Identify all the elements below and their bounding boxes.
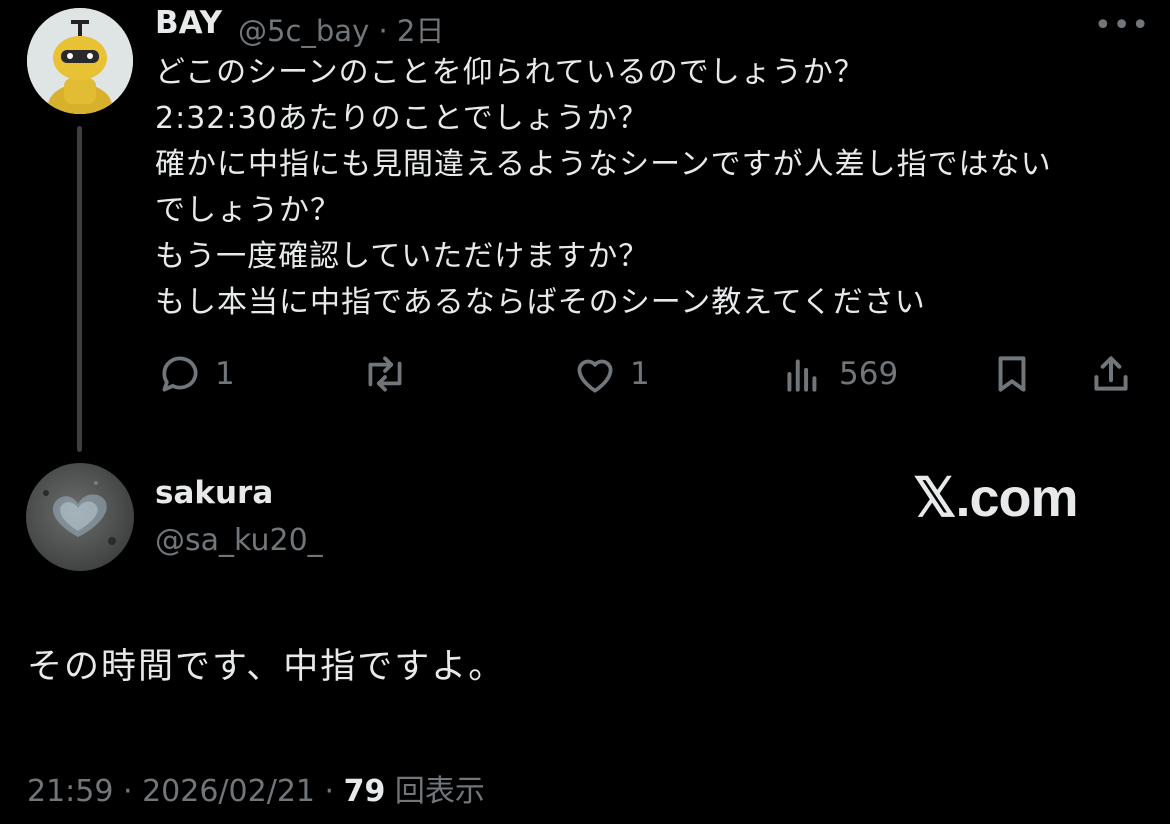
- repost-button[interactable]: [360, 349, 410, 399]
- tweet-meta: @5c_bay · 2日: [238, 8, 444, 50]
- separator-dot: ·: [113, 774, 143, 809]
- reply-button[interactable]: 1: [155, 349, 235, 399]
- like-count: 1: [630, 356, 650, 392]
- handle[interactable]: @5c_bay: [238, 14, 369, 48]
- avatar-bay[interactable]: [27, 8, 133, 114]
- tweet-text-line: 確かに中指にも見間違えるようなシーンですが人差し指ではない: [155, 147, 1052, 182]
- post-time[interactable]: 21:59: [27, 774, 113, 809]
- bookmark-icon: [998, 356, 1026, 392]
- tweet-text-line: 2:32:30あたりのことでしょうか？: [155, 101, 649, 136]
- separator-dot: ·: [369, 14, 397, 48]
- analytics-icon: [787, 359, 817, 392]
- reply-icon: [162, 356, 198, 392]
- handle[interactable]: @sa_ku20_: [155, 523, 323, 558]
- repost-icon: [368, 356, 402, 392]
- views-button[interactable]: 569: [779, 349, 898, 399]
- x-com-watermark: 𝕏.com: [913, 468, 1079, 528]
- reply-count: 1: [215, 356, 235, 392]
- more-options-icon[interactable]: •••: [1094, 8, 1150, 43]
- display-name[interactable]: sakura: [155, 475, 273, 511]
- view-count: 79: [343, 774, 386, 809]
- tweet-text: その時間です、中指ですよ。: [27, 647, 506, 687]
- post-time[interactable]: 2日: [397, 14, 444, 48]
- display-name[interactable]: BAY: [155, 5, 222, 41]
- tweet-text-line: どこのシーンのことを仰られているのでしょうか？: [155, 55, 865, 90]
- separator-dot: ·: [315, 774, 344, 809]
- tweet-text-line: もし本当に中指であるならばそのシーン教えてください: [155, 285, 926, 320]
- post-date[interactable]: 2026/02/21: [142, 774, 315, 809]
- like-button[interactable]: 1: [570, 349, 650, 399]
- share-icon: [1094, 356, 1128, 391]
- tweet-text-line: でしょうか？: [155, 193, 341, 228]
- robot-avatar-icon: [27, 8, 133, 114]
- heart-stone-avatar-icon: [43, 481, 116, 545]
- thread-connector-line: [77, 126, 82, 452]
- avatar-sakura[interactable]: [26, 463, 134, 571]
- tweet-text-line: もう一度確認していただけますか？: [155, 239, 650, 274]
- view-count: 569: [839, 356, 899, 392]
- bookmark-button[interactable]: [987, 349, 1037, 399]
- views-label: 回表示: [394, 774, 485, 809]
- share-button[interactable]: [1086, 349, 1136, 399]
- tweet-text: どこのシーンのことを仰られているのでしょうか？ 2:32:30あたりのことでしょ…: [155, 50, 1155, 326]
- heart-icon: [577, 359, 613, 393]
- tweet-footer-meta: 21:59 · 2026/02/21 · 79 回表示: [27, 766, 485, 810]
